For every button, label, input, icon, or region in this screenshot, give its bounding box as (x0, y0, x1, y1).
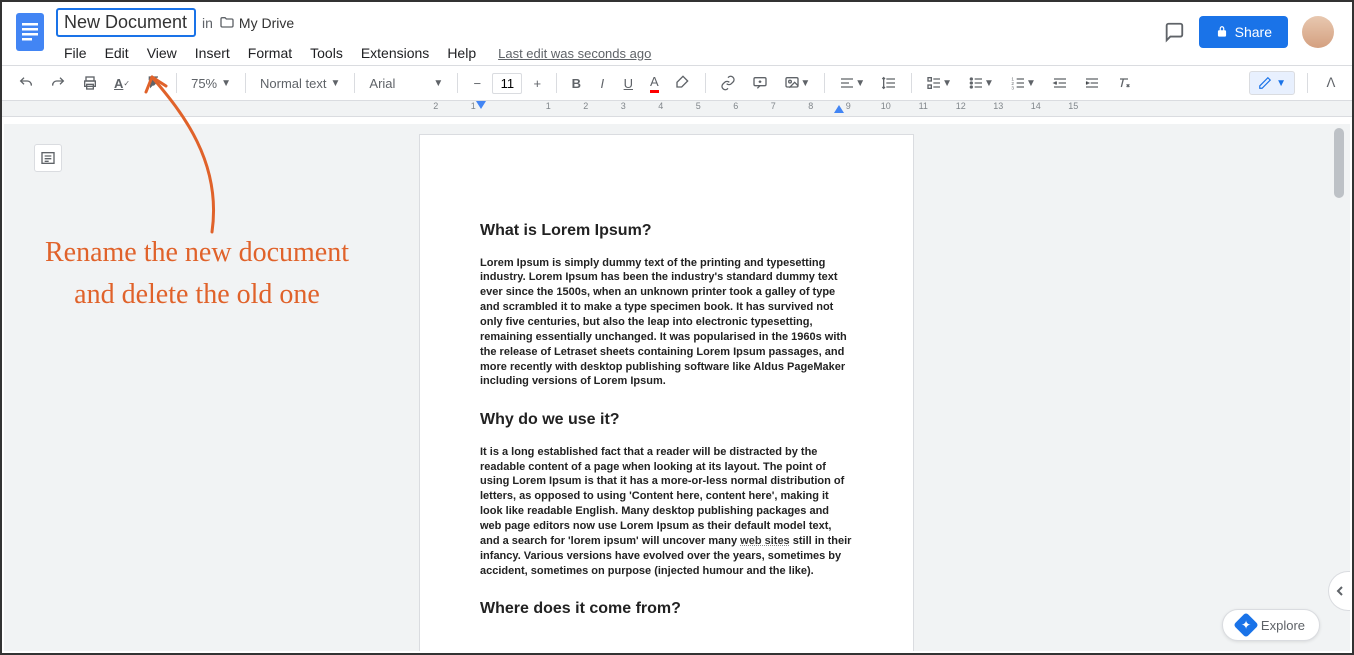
insert-image-button[interactable]: ▼ (778, 70, 816, 96)
explore-icon: ✦ (1233, 612, 1258, 637)
document-title-input[interactable] (56, 8, 196, 37)
menu-edit[interactable]: Edit (97, 41, 137, 65)
folder-icon (219, 15, 235, 31)
outline-icon (40, 150, 56, 166)
zoom-select[interactable]: 75%▼ (185, 72, 237, 95)
explore-button[interactable]: ✦ Explore (1222, 609, 1320, 641)
svg-text:3: 3 (1011, 86, 1014, 91)
decrease-indent-button[interactable] (1046, 70, 1074, 96)
insert-link-button[interactable] (714, 70, 742, 96)
paragraph-2: It is a long established fact that a rea… (480, 445, 853, 579)
lock-icon (1215, 25, 1229, 39)
text-color-button[interactable]: A (643, 70, 665, 96)
insert-comment-button[interactable] (746, 70, 774, 96)
comments-icon (1163, 21, 1185, 43)
highlight-button[interactable] (669, 70, 697, 96)
checklist-button[interactable]: ▼ (920, 70, 958, 96)
folder-location[interactable]: My Drive (219, 15, 294, 31)
web-sites-link[interactable]: web sites (740, 535, 790, 547)
redo-button[interactable] (44, 70, 72, 96)
editing-mode-button[interactable]: ▼ (1249, 71, 1295, 95)
menu-insert[interactable]: Insert (187, 41, 238, 65)
menu-extensions[interactable]: Extensions (353, 41, 437, 65)
heading-3: Where does it come from? (480, 598, 853, 620)
docs-logo[interactable] (12, 8, 48, 56)
pencil-icon (1258, 76, 1272, 90)
menu-tools[interactable]: Tools (302, 41, 351, 65)
show-outline-button[interactable] (34, 144, 62, 172)
toolbar: A✓ 75%▼ Normal text▼ Arial▼ − + B I U A … (2, 65, 1352, 101)
paint-format-button[interactable] (140, 70, 168, 96)
annotation-text: Rename the new document and delete the o… (22, 232, 372, 316)
numbered-list-button[interactable]: 123▼ (1004, 70, 1042, 96)
folder-name: My Drive (239, 15, 294, 31)
menu-view[interactable]: View (139, 41, 185, 65)
paragraph-1: Lorem Ipsum is simply dummy text of the … (480, 256, 853, 390)
spellcheck-button[interactable]: A✓ (108, 70, 136, 96)
increase-indent-button[interactable] (1078, 70, 1106, 96)
right-indent-marker[interactable] (834, 105, 844, 115)
bold-button[interactable]: B (565, 70, 587, 96)
heading-2: Why do we use it? (480, 409, 853, 431)
undo-button[interactable] (12, 70, 40, 96)
clear-format-button[interactable] (1110, 70, 1138, 96)
italic-button[interactable]: I (591, 70, 613, 96)
scroll-thumb[interactable] (1334, 128, 1344, 198)
menu-file[interactable]: File (56, 41, 95, 65)
share-label: Share (1235, 24, 1272, 40)
document-page[interactable]: What is Lorem Ipsum? Lorem Ipsum is simp… (419, 134, 914, 651)
user-avatar[interactable] (1302, 16, 1334, 48)
comments-button[interactable] (1163, 21, 1185, 43)
font-select[interactable]: Arial▼ (363, 72, 449, 95)
collapse-toolbar-button[interactable]: ᐱ (1320, 70, 1342, 96)
font-size-input[interactable] (492, 73, 522, 94)
menu-format[interactable]: Format (240, 41, 300, 65)
bullet-list-button[interactable]: ▼ (962, 70, 1000, 96)
print-button[interactable] (76, 70, 104, 96)
line-spacing-button[interactable] (875, 70, 903, 96)
last-edit-link[interactable]: Last edit was seconds ago (498, 46, 651, 61)
font-size-increase[interactable]: + (526, 70, 548, 96)
style-select[interactable]: Normal text▼ (254, 72, 346, 95)
menu-help[interactable]: Help (439, 41, 484, 65)
explore-label: Explore (1261, 618, 1305, 633)
font-size-decrease[interactable]: − (466, 70, 488, 96)
underline-button[interactable]: U (617, 70, 639, 96)
in-label: in (202, 15, 213, 31)
share-button[interactable]: Share (1199, 16, 1288, 48)
heading-1: What is Lorem Ipsum? (480, 220, 853, 242)
chevron-left-icon (1335, 586, 1345, 596)
align-button[interactable]: ▼ (833, 70, 871, 96)
ruler[interactable]: 21123456789101112131415 (2, 101, 1352, 117)
left-indent-marker[interactable] (476, 101, 486, 111)
